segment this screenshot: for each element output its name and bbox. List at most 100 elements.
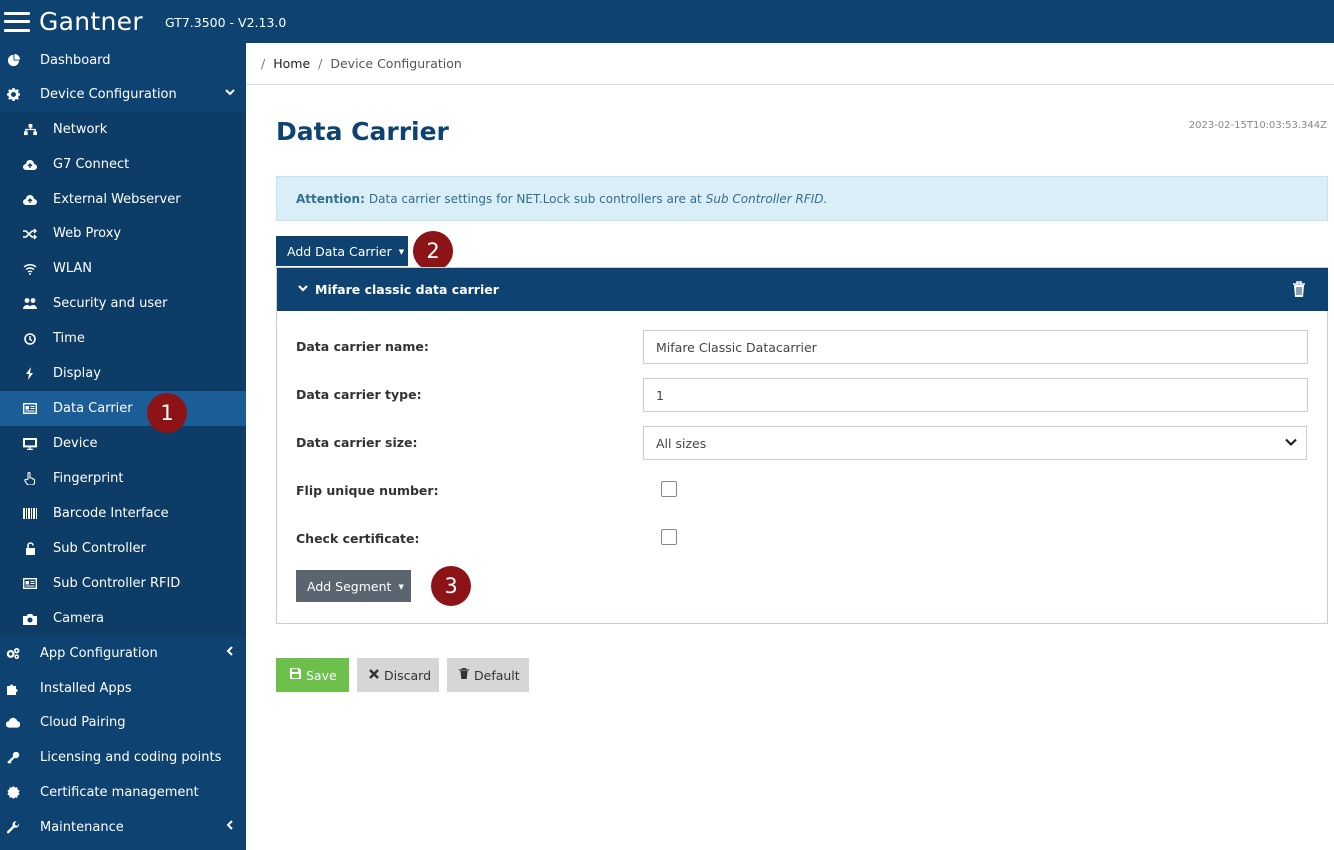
trash-icon	[459, 667, 469, 682]
puzzle-icon	[6, 682, 20, 696]
data-carrier-size-value: All sizes	[656, 435, 707, 451]
sidebar-item-label: Maintenance	[40, 820, 124, 835]
breadcrumb: / Home / Device Configuration	[246, 43, 1334, 85]
data-carrier-type-input[interactable]: 1	[643, 378, 1308, 412]
sidebar-item-time[interactable]: Time	[0, 321, 246, 356]
sidebar-item-label: App Configuration	[40, 646, 158, 661]
camera-icon	[23, 612, 37, 626]
caret-down-icon: ▼	[398, 582, 404, 591]
sidebar-item-data-carrier[interactable]: Data Carrier	[0, 391, 246, 426]
sidebar-item-wlan[interactable]: WLAN	[0, 251, 246, 286]
breadcrumb-current[interactable]: Device Configuration	[330, 56, 462, 71]
sidebar-item-label: Display	[53, 366, 101, 381]
sidebar-item-device-configuration[interactable]: Device Configuration	[0, 77, 246, 112]
breadcrumb-home-link[interactable]: Home	[273, 56, 310, 71]
sidebar-item-dashboard[interactable]: Dashboard	[0, 43, 246, 78]
sidebar-item-web-proxy[interactable]: Web Proxy	[0, 216, 246, 251]
sidebar-item-label: External Webserver	[53, 192, 181, 207]
check-certificate-checkbox[interactable]	[661, 529, 677, 545]
monitor-icon	[23, 437, 37, 451]
clock-icon	[23, 332, 37, 346]
sidebar-item-maintenance[interactable]: Maintenance	[0, 810, 246, 845]
top-bar: Gantner GT7.3500 - V2.13.0	[0, 0, 1334, 43]
sidebar-item-label: Device	[53, 436, 98, 451]
wrench-icon	[6, 821, 20, 835]
sidebar-item-installed-apps[interactable]: Installed Apps	[0, 671, 246, 706]
chevron-down-icon	[1284, 435, 1298, 449]
save-button[interactable]: Save	[276, 658, 349, 692]
sidebar-item-label: G7 Connect	[53, 157, 130, 172]
data-carrier-type-label: Data carrier type:	[296, 387, 422, 402]
data-carrier-name-label: Data carrier name:	[296, 339, 429, 354]
add-data-carrier-button[interactable]: Add Data Carrier ▼	[276, 236, 408, 266]
alert-link[interactable]: Sub Controller RFID.	[706, 192, 828, 206]
flip-unique-number-checkbox[interactable]	[661, 481, 677, 497]
sidebar-item-external-webserver[interactable]: External Webserver	[0, 182, 246, 217]
sidebar-item-cloud-pairing[interactable]: Cloud Pairing	[0, 705, 246, 740]
sidebar-item-security-and-user[interactable]: Security and user	[0, 286, 246, 321]
hand-pointer-icon	[23, 472, 37, 486]
data-carrier-name-value: Mifare Classic Datacarrier	[656, 339, 817, 355]
annotation-marker-1: 1	[147, 393, 187, 433]
id-card-icon	[23, 402, 37, 416]
cloud-icon	[6, 716, 20, 730]
data-carrier-type-value: 1	[656, 387, 664, 403]
save-label: Save	[306, 667, 337, 683]
shuffle-icon	[23, 227, 37, 241]
barcode-icon	[23, 507, 37, 521]
sidebar-item-label: Sub Controller RFID	[53, 576, 181, 591]
bolt-icon	[23, 367, 37, 381]
panel-header[interactable]: Mifare classic data carrier	[277, 268, 1328, 311]
sidebar-item-network[interactable]: Network	[0, 112, 246, 147]
data-carrier-size-label: Data carrier size:	[296, 435, 418, 450]
network-icon	[23, 123, 37, 137]
sidebar-item-barcode-interface[interactable]: Barcode Interface	[0, 496, 246, 531]
sidebar-item-fingerprint[interactable]: Fingerprint	[0, 461, 246, 496]
trash-icon[interactable]	[1292, 281, 1306, 297]
sidebar-item-label: Cloud Pairing	[40, 715, 126, 730]
chevron-down-icon	[297, 282, 309, 297]
sidebar-item-label: Time	[53, 331, 85, 346]
sidebar-item-label: Licensing and coding points	[40, 750, 222, 765]
alert-strong: Attention:	[296, 191, 365, 206]
sidebar-item-label: Sub Controller	[53, 541, 146, 556]
sidebar-item-label: Dashboard	[40, 53, 111, 68]
sidebar-item-label: Camera	[53, 611, 105, 626]
chevron-left-icon	[224, 819, 236, 834]
key-icon	[6, 751, 20, 765]
sidebar-item-sub-controller[interactable]: Sub Controller	[0, 531, 246, 566]
sidebar-item-label: Installed Apps	[40, 681, 132, 696]
sidebar-item-licensing[interactable]: Licensing and coding points	[0, 740, 246, 775]
discard-button[interactable]: Discard	[357, 658, 439, 692]
cloud-upload-icon	[23, 158, 37, 172]
add-data-carrier-label: Add Data Carrier	[287, 243, 392, 259]
sidebar-item-certificate-management[interactable]: Certificate management	[0, 775, 246, 810]
sidebar-item-display[interactable]: Display	[0, 356, 246, 391]
discard-label: Discard	[384, 667, 431, 683]
alert-text: Data carrier settings for NET.Lock sub c…	[368, 191, 702, 206]
brand-logo: Gantner	[39, 7, 143, 36]
floppy-disk-icon	[290, 668, 301, 682]
page-title: Data Carrier	[276, 117, 449, 146]
caret-down-icon: ▼	[398, 247, 405, 256]
check-certificate-label: Check certificate:	[296, 531, 420, 546]
sidebar-item-device[interactable]: Device	[0, 426, 246, 461]
data-carrier-name-input[interactable]: Mifare Classic Datacarrier	[643, 330, 1308, 364]
sidebar-item-app-configuration[interactable]: App Configuration	[0, 636, 246, 671]
sidebar-item-sub-controller-rfid[interactable]: Sub Controller RFID	[0, 566, 246, 601]
data-carrier-size-select[interactable]: All sizes	[643, 426, 1307, 460]
timestamp: 2023-02-15T10:03:53.344Z	[1188, 120, 1327, 131]
flip-unique-number-label: Flip unique number:	[296, 483, 439, 498]
sidebar-item-g7-connect[interactable]: G7 Connect	[0, 147, 246, 182]
annotation-marker-3: 3	[431, 566, 471, 606]
wifi-icon	[23, 262, 37, 276]
chevron-down-icon	[224, 86, 236, 101]
sidebar-item-camera[interactable]: Camera	[0, 601, 246, 636]
default-button[interactable]: Default	[447, 658, 529, 692]
unlock-icon	[23, 542, 37, 556]
sidebar-item-label: Security and user	[53, 296, 168, 311]
hamburger-menu-icon[interactable]	[4, 11, 30, 32]
panel-title: Mifare classic data carrier	[315, 282, 499, 297]
add-segment-button[interactable]: Add Segment ▼	[296, 570, 411, 602]
sidebar-item-label: Barcode Interface	[53, 506, 169, 521]
